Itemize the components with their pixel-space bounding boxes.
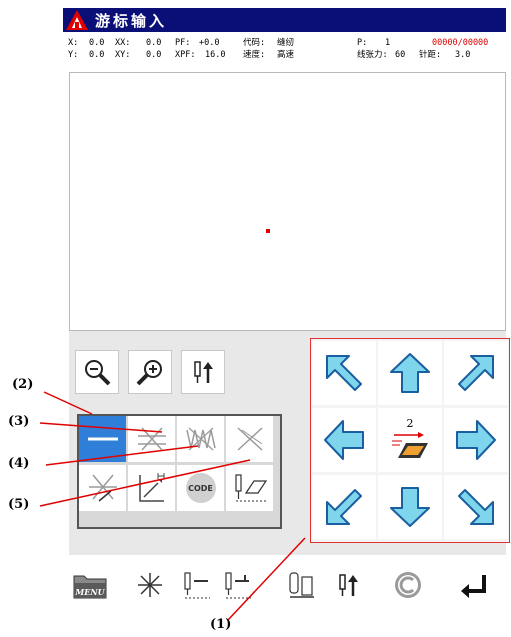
xpf-label: XPF: [175, 50, 196, 60]
asterisk-icon [138, 573, 162, 597]
stitch-point-button[interactable] [131, 566, 169, 604]
tension-label: 线张力: [357, 50, 388, 60]
arrow-right-icon [456, 420, 496, 460]
stitch-back-button[interactable] [177, 566, 215, 604]
zigzag-icon [185, 427, 216, 451]
move-down-button[interactable] [378, 475, 442, 539]
annotation-label-4: (4) [8, 456, 30, 471]
height-arrow-icon [138, 473, 164, 502]
move-up-button[interactable] [378, 341, 442, 405]
stitch-height-button[interactable] [128, 465, 175, 511]
move-up-left-button[interactable] [312, 341, 376, 405]
eraser-icon [234, 474, 267, 502]
needle-raise-icon [339, 574, 358, 596]
code-badge: CODE [185, 473, 216, 503]
needle-forward-icon [225, 572, 251, 599]
code-value: 缝纫 [277, 38, 295, 48]
enter-icon [461, 575, 486, 598]
xx-label: XX: [115, 38, 131, 48]
arrow-down-right-icon [458, 489, 494, 525]
move-up-right-button[interactable] [444, 341, 508, 405]
delete-stitch-icon [88, 474, 117, 502]
stitch-length-label: 针距: [419, 50, 442, 60]
x-value: 0.0 [89, 38, 105, 48]
stitch-skip-button[interactable] [128, 416, 175, 462]
y-value: 0.0 [89, 50, 105, 60]
zoom-in-button[interactable] [128, 350, 172, 394]
skip-stitch-icon [137, 427, 166, 451]
stitch-zigzag-button[interactable] [177, 416, 224, 462]
pattern-canvas[interactable] [69, 72, 506, 331]
pf-value: +0.0 [199, 38, 220, 48]
bobbin-icon [289, 572, 314, 598]
stitch-forward-button[interactable] [218, 566, 256, 604]
xpf-value: 16.0 [205, 50, 226, 60]
annotation-label-3: (3) [8, 414, 30, 429]
code-label: 代码: [243, 38, 266, 48]
annotation-label-2: (2) [12, 377, 34, 392]
menu-button[interactable]: MENU [71, 566, 109, 604]
p-label: P: [357, 38, 368, 48]
y-label: Y: [68, 50, 79, 60]
needle-back-icon [184, 572, 210, 599]
logo-icon [66, 10, 88, 30]
zoom-out-icon [85, 360, 111, 386]
line-icon [87, 437, 118, 441]
stitch-cross-button[interactable] [226, 416, 273, 462]
stitch-line-button[interactable] [79, 416, 126, 462]
move-down-left-button[interactable] [312, 475, 376, 539]
move-down-right-button[interactable] [444, 475, 508, 539]
tension-value: 60 [395, 50, 406, 60]
p-value: 1 [385, 38, 391, 48]
needle-up-button[interactable] [181, 350, 225, 394]
stitch-erase-button[interactable] [226, 465, 273, 511]
speed-value: 高速 [277, 50, 295, 60]
reset-button[interactable] [389, 566, 427, 604]
stitch-counter: 00000/00000 [432, 38, 489, 48]
arrow-left-icon [324, 420, 364, 460]
needle-raise-button[interactable] [329, 566, 367, 604]
step-size-value: 2 [406, 416, 414, 430]
presser-foot-icon [392, 431, 428, 458]
stitch-length-value: 3.0 [455, 50, 471, 60]
cursor-point [266, 229, 270, 233]
xy-value: 0.0 [146, 50, 162, 60]
window-title: 游标输入 [95, 12, 168, 30]
speed-label: 速度: [243, 50, 266, 60]
xy-label: XY: [115, 50, 131, 60]
arrow-down-icon [390, 487, 430, 527]
arrow-down-left-icon [326, 489, 362, 525]
annotation-label-1: (1) [210, 617, 232, 632]
pf-label: PF: [175, 38, 191, 48]
cross-stitch-icon [236, 427, 263, 451]
arrow-up-left-icon [326, 355, 362, 391]
enter-button[interactable] [455, 566, 493, 604]
copyright-circle-icon [395, 572, 421, 598]
arrow-up-icon [390, 353, 430, 393]
move-right-button[interactable] [444, 408, 508, 472]
arrow-up-right-icon [458, 355, 494, 391]
needle-up-icon [194, 361, 213, 383]
step-size-button[interactable]: 2 [378, 408, 442, 472]
code-button[interactable]: CODE [177, 465, 224, 511]
x-label: X: [68, 38, 79, 48]
zoom-out-button[interactable] [75, 350, 119, 394]
zoom-in-icon [136, 360, 162, 386]
annotation-label-5: (5) [8, 497, 30, 512]
stitch-delete-button[interactable] [79, 465, 126, 511]
menu-folder-icon: MENU [73, 575, 107, 599]
menu-label: MENU [74, 587, 105, 597]
xx-value: 0.0 [146, 38, 162, 48]
move-left-button[interactable] [312, 408, 376, 472]
bobbin-button[interactable] [283, 566, 321, 604]
